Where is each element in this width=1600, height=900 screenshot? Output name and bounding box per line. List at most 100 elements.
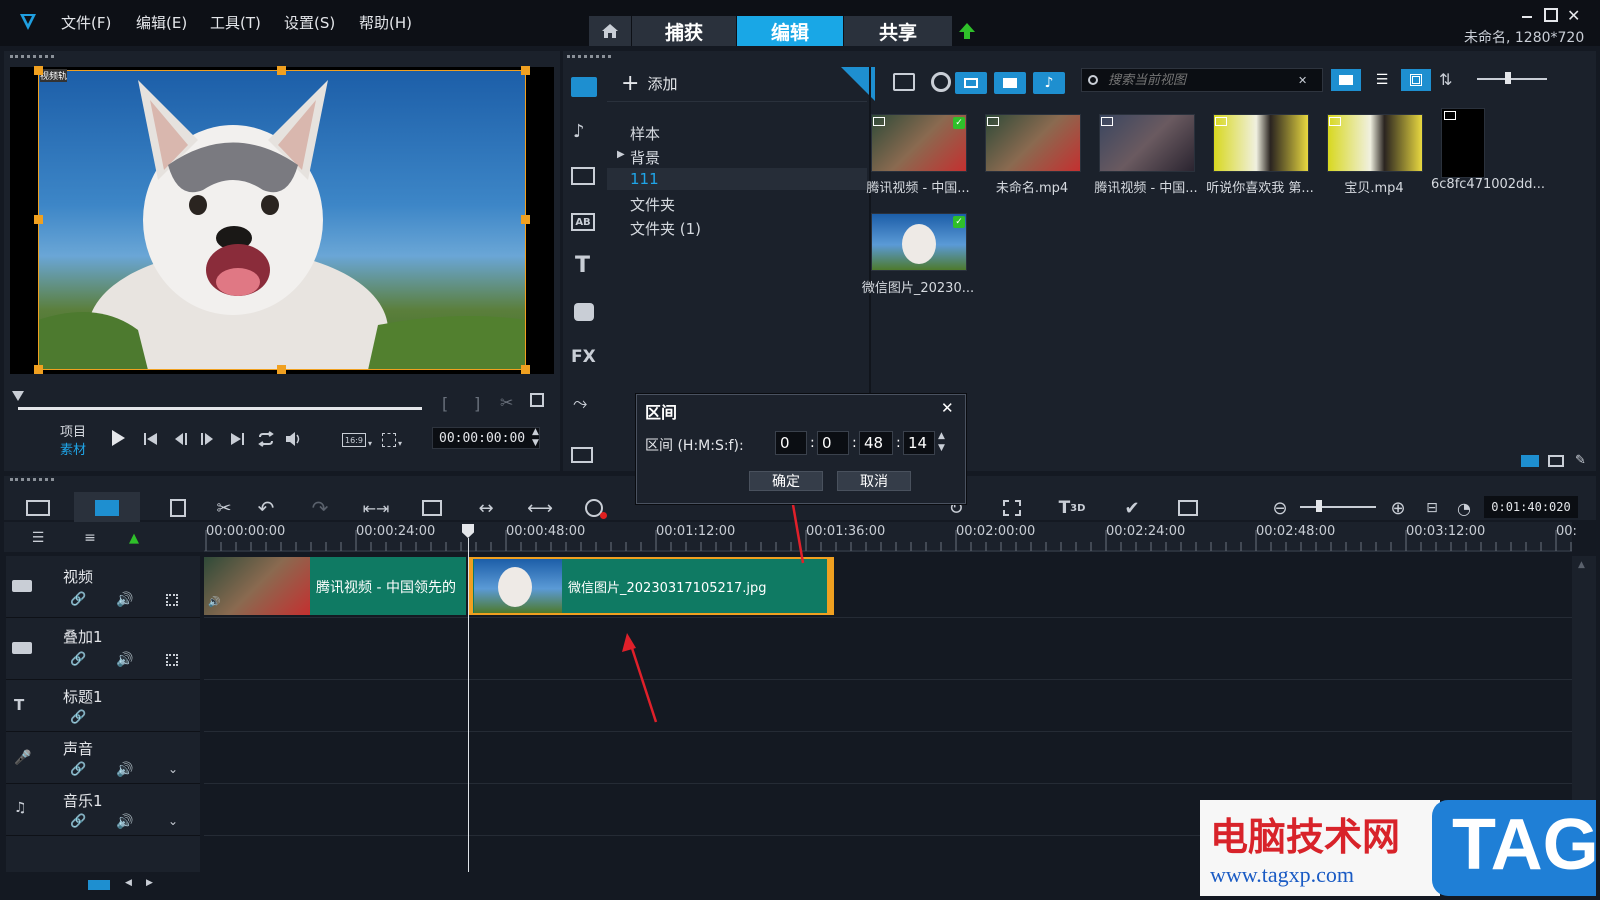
link-icon[interactable]: 🔗 [70, 762, 86, 777]
instant-project-icon[interactable]: ♪ [573, 121, 585, 142]
sort-icon[interactable]: ⇅ [1439, 70, 1452, 89]
home-tab[interactable] [589, 16, 631, 46]
record-icon[interactable] [580, 496, 608, 520]
panel-layout-icon[interactable] [1548, 455, 1564, 467]
copy-icon[interactable] [164, 496, 192, 520]
ab-transition-icon[interactable]: AB [571, 213, 595, 231]
scrubber-handle[interactable] [12, 391, 24, 401]
play-icon[interactable] [108, 428, 128, 448]
scroll-left-icon[interactable]: ◀ [125, 878, 132, 888]
tracking-icon[interactable]: ✔ [1118, 496, 1146, 520]
minimize-button[interactable] [1520, 8, 1534, 18]
ripple-editing-icon[interactable] [166, 654, 178, 666]
fit-project-icon[interactable]: ⇤⇥ [362, 496, 390, 520]
title-lane[interactable] [204, 680, 1572, 732]
stepper-up-icon[interactable]: ▲ [938, 431, 945, 441]
track-manager-icon[interactable]: ☰ [24, 526, 52, 550]
edit-pencil-icon[interactable]: ✎ [1575, 453, 1586, 468]
crop-icon[interactable] [418, 496, 446, 520]
tab-share[interactable]: 共享 [844, 16, 952, 46]
menu-help[interactable]: 帮助(H) [359, 12, 412, 33]
capture-icon[interactable] [931, 72, 951, 92]
seconds-input[interactable]: 48 [859, 431, 893, 455]
maximize-button[interactable] [1544, 8, 1558, 22]
menu-edit[interactable]: 编辑(E) [136, 12, 187, 33]
folder-item-selected[interactable]: 111 [630, 170, 659, 188]
clear-search-icon[interactable]: ✕ [1298, 74, 1307, 87]
redo-icon[interactable]: ↷ [306, 496, 334, 520]
add-folder-button[interactable]: + 添加 [621, 71, 677, 96]
resize-handle[interactable] [521, 365, 530, 374]
resize-handle[interactable] [34, 365, 43, 374]
zoom-in-icon[interactable]: ⊕ [1384, 496, 1412, 520]
chapter-marker-icon[interactable]: ▲ [120, 526, 148, 550]
overlay-lane[interactable] [204, 618, 1572, 680]
scrubber-bar[interactable] [18, 407, 422, 410]
graphics-icon[interactable] [574, 303, 594, 321]
folder-item[interactable]: 背景 [630, 147, 660, 168]
menu-tools[interactable]: 工具(T) [210, 12, 261, 33]
scissors-icon[interactable]: ✂ [500, 393, 513, 412]
folder-item[interactable]: 文件夹 [630, 194, 675, 215]
tab-edit[interactable]: 编辑 [737, 16, 843, 46]
add-track-icon[interactable]: ≡ [76, 526, 104, 550]
view-list-button[interactable]: ☰ [1367, 69, 1397, 91]
storyboard-view-icon[interactable] [24, 496, 52, 520]
crop-mode-icon[interactable] [382, 433, 396, 447]
resize-handle[interactable] [521, 66, 530, 75]
view-large-button[interactable] [1331, 69, 1361, 91]
media-thumbnail[interactable] [1327, 114, 1423, 172]
library-manager-icon[interactable] [571, 447, 593, 463]
link-icon[interactable]: 🔗 [70, 710, 86, 725]
3d-title-icon[interactable]: T 3D [1058, 496, 1086, 520]
timeline-clip[interactable]: 腾讯视频 - 中国领先的 🔊 [204, 557, 466, 615]
mode-clip[interactable]: 素材 [60, 439, 86, 458]
frames-input[interactable]: 14 [903, 431, 935, 455]
link-icon[interactable]: 🔗 [70, 652, 86, 667]
chevron-down-icon[interactable]: ▾ [368, 439, 372, 448]
repeat-icon[interactable] [256, 430, 276, 448]
search-input[interactable] [1108, 72, 1298, 88]
split-icon[interactable]: ↔ [472, 496, 500, 520]
view-grid-button[interactable] [1401, 69, 1431, 91]
enlarge-preview-icon[interactable] [530, 393, 544, 407]
mark-out-icon[interactable]: ] [474, 394, 480, 413]
import-folder-icon[interactable] [893, 73, 915, 91]
upload-arrow-icon[interactable] [958, 22, 976, 44]
cancel-button[interactable]: 取消 [837, 471, 911, 491]
chevron-down-icon[interactable]: ⌄ [168, 814, 178, 828]
media-category-icon[interactable] [571, 77, 597, 97]
thumbnail-size-slider[interactable] [1477, 78, 1547, 80]
chevron-right-icon[interactable]: ▶ [617, 149, 625, 160]
timeline-scroll-button[interactable] [88, 880, 110, 890]
volume-icon[interactable]: 🔊 [116, 652, 133, 668]
resize-handle[interactable] [277, 365, 286, 374]
menu-file[interactable]: 文件(F) [61, 12, 111, 33]
minutes-input[interactable]: 0 [817, 431, 849, 455]
resize-handle[interactable] [34, 215, 43, 224]
filter-video-button[interactable] [955, 72, 987, 94]
menu-settings[interactable]: 设置(S) [284, 12, 335, 33]
ok-button[interactable]: 确定 [749, 471, 823, 491]
tab-capture[interactable]: 捕获 [632, 16, 736, 46]
subtitle-icon[interactable] [1174, 496, 1202, 520]
timecode-display[interactable]: 00:00:00:00 [432, 427, 540, 449]
volume-icon[interactable]: 🔊 [116, 592, 133, 608]
previous-frame-icon[interactable] [172, 431, 190, 447]
resize-handle[interactable] [34, 66, 43, 75]
undo-icon[interactable]: ↶ [252, 496, 280, 520]
zoom-out-icon[interactable]: ⊖ [1266, 496, 1294, 520]
thumbnail-size-handle[interactable] [1505, 72, 1511, 84]
search-box[interactable]: ✕ [1081, 68, 1323, 92]
zoom-slider-handle[interactable] [1316, 500, 1322, 512]
go-to-start-icon[interactable] [142, 431, 160, 447]
media-thumbnail[interactable] [1213, 114, 1309, 172]
go-to-end-icon[interactable] [228, 431, 246, 447]
fx-filter-icon[interactable]: FX [571, 347, 596, 367]
hours-input[interactable]: 0 [775, 431, 807, 455]
resize-handle[interactable] [277, 66, 286, 75]
ripple-editing-icon[interactable] [166, 594, 178, 606]
timecode-stepper-down[interactable]: ▼ [532, 438, 539, 448]
title-icon[interactable]: T [575, 253, 590, 278]
fit-timeline-icon[interactable]: ⊟ [1418, 496, 1446, 520]
